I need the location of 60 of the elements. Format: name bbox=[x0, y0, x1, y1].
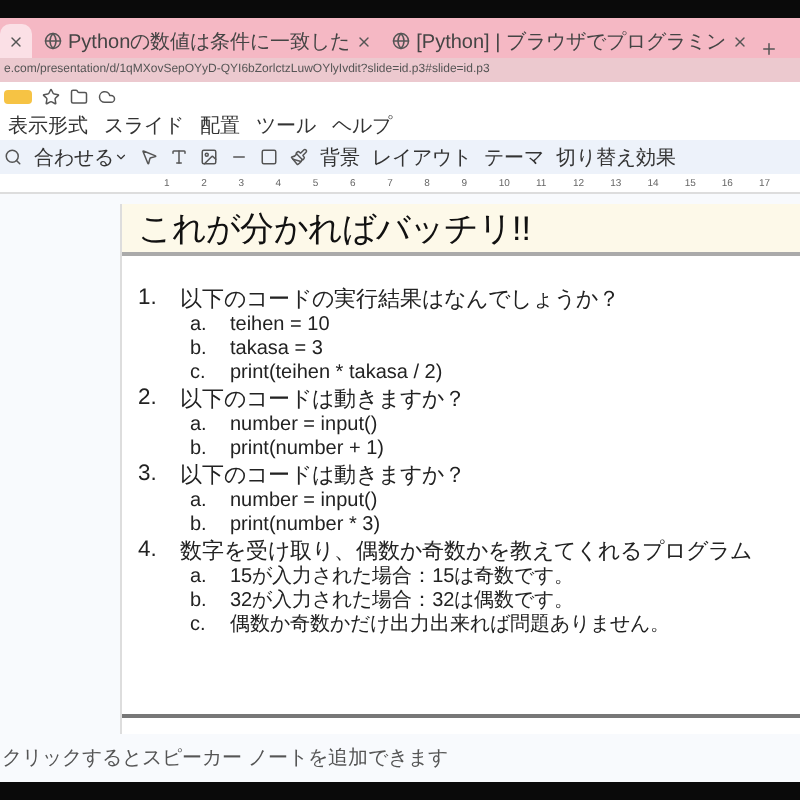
toolbar-button[interactable]: 切り替え効果 bbox=[556, 143, 676, 171]
toolbar-button[interactable]: 背景 bbox=[320, 143, 360, 171]
close-icon[interactable] bbox=[731, 33, 748, 49]
list-number: 2. bbox=[138, 386, 159, 410]
list-item-text: 偶数か奇数かだけ出力出来れば問題ありません。 bbox=[230, 611, 670, 638]
status-tag bbox=[4, 90, 32, 104]
browser-tab[interactable]: Pythonの数値は条件に一致した bbox=[36, 24, 381, 58]
speaker-notes-hint[interactable]: クリックするとスピーカー ノートを追加できます bbox=[2, 744, 448, 772]
list-letter: b. bbox=[190, 437, 209, 459]
tab-title: Pythonの数値は条件に一致した bbox=[68, 29, 351, 55]
close-icon[interactable] bbox=[8, 33, 24, 49]
star-icon[interactable] bbox=[42, 88, 60, 106]
list-item-text: 32が入力された場合：32は偶数です。 bbox=[230, 587, 575, 613]
menu-item[interactable]: スライド bbox=[104, 112, 184, 140]
list-letter: a. bbox=[190, 413, 209, 435]
globe-icon[interactable] bbox=[44, 32, 62, 50]
list-letter: a. bbox=[190, 565, 209, 587]
toolbar-button[interactable]: テーマ bbox=[484, 143, 544, 171]
pointer-icon[interactable] bbox=[140, 148, 158, 166]
list-letter: a. bbox=[190, 313, 209, 335]
list-letter: a. bbox=[190, 489, 209, 511]
toolbar-button[interactable]: レイアウト bbox=[372, 143, 472, 171]
list-letter: b. bbox=[190, 589, 209, 611]
list-letter: c. bbox=[190, 361, 208, 383]
list-item-text: print(teihen * takasa / 2) bbox=[230, 361, 443, 383]
menu-item[interactable]: ヘルプ bbox=[332, 112, 392, 140]
zoom-dropdown[interactable]: 合わせる bbox=[34, 143, 128, 171]
close-icon[interactable] bbox=[356, 33, 373, 49]
list-item-text: print(number + 1) bbox=[230, 437, 384, 459]
list-letter: b. bbox=[190, 337, 209, 359]
list-letter: c. bbox=[190, 613, 208, 635]
text-box-icon[interactable] bbox=[170, 148, 188, 166]
folder-icon[interactable] bbox=[70, 88, 88, 106]
list-number: 4. bbox=[138, 538, 159, 562]
caret-icon bbox=[114, 150, 128, 164]
list-item-text: teihen = 10 bbox=[230, 313, 330, 335]
list-number: 3. bbox=[138, 462, 159, 486]
new-tab-icon[interactable] bbox=[759, 40, 778, 58]
list-item-text: takasa = 3 bbox=[230, 337, 323, 359]
menu-item[interactable]: 表示形式 bbox=[8, 112, 88, 140]
globe-icon[interactable] bbox=[392, 32, 411, 50]
list-number: 1. bbox=[138, 286, 159, 310]
tab-title: [Python] | ブラウザでプログラミン bbox=[416, 29, 726, 55]
zoom-icon[interactable] bbox=[4, 148, 22, 166]
slide-title: これが分かればバッチリ!! bbox=[122, 204, 800, 256]
question-text: 数字を受け取り、偶数か奇数かを教えてくれるプログラム bbox=[180, 537, 752, 565]
question-text: 以下のコードは動きますか？ bbox=[180, 461, 466, 489]
cloud-icon[interactable] bbox=[98, 88, 116, 106]
list-item-text: 15が入力された場合：15は奇数です。 bbox=[230, 563, 575, 589]
paint-icon[interactable] bbox=[290, 148, 308, 166]
menu-item[interactable]: ツール bbox=[256, 112, 316, 140]
question-text: 以下のコードは動きますか？ bbox=[180, 385, 466, 413]
menu-item[interactable]: 配置 bbox=[200, 112, 240, 140]
list-letter: b. bbox=[190, 513, 209, 535]
image-icon[interactable] bbox=[200, 148, 218, 166]
question-text: 以下のコードの実行結果はなんでしょうか？ bbox=[180, 285, 620, 313]
list-item-text: print(number * 3) bbox=[230, 513, 381, 535]
browser-tab[interactable]: [Python] | ブラウザでプログラミン bbox=[384, 24, 756, 58]
list-item-text: number = input() bbox=[230, 413, 378, 435]
list-item-text: number = input() bbox=[230, 489, 378, 511]
